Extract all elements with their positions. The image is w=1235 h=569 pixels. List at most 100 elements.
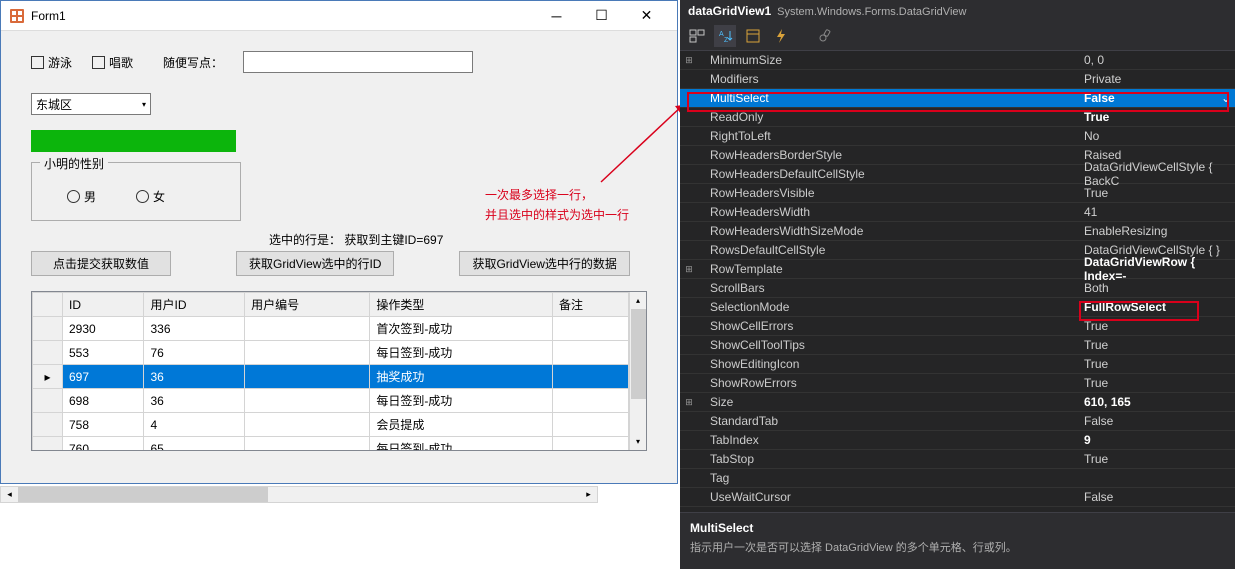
property-row[interactable]: ShowCellErrorsTrue bbox=[680, 317, 1235, 336]
property-row[interactable]: RowHeadersWidth41 bbox=[680, 203, 1235, 222]
alphabetical-icon[interactable]: AZ bbox=[714, 25, 736, 47]
property-value[interactable]: True bbox=[1078, 186, 1235, 200]
property-value[interactable]: True bbox=[1078, 338, 1235, 352]
row-header[interactable] bbox=[33, 317, 63, 341]
scroll-up-icon[interactable]: ▴ bbox=[630, 292, 646, 309]
property-row[interactable]: MultiSelectFalse⌄ bbox=[680, 89, 1235, 108]
table-row[interactable]: ▸69736抽奖成功 bbox=[33, 365, 629, 389]
properties-icon[interactable] bbox=[742, 25, 764, 47]
data-grid-view[interactable]: ID用户ID用户编号操作类型备注2930336首次签到-成功55376每日签到-… bbox=[31, 291, 647, 451]
submit-get-values-button[interactable]: 点击提交获取数值 bbox=[31, 251, 171, 276]
property-row[interactable]: Tag bbox=[680, 469, 1235, 488]
district-combo[interactable]: 东城区 ▾ bbox=[31, 93, 151, 115]
property-name: ShowRowErrors bbox=[698, 376, 1078, 390]
property-value[interactable]: False bbox=[1078, 490, 1235, 504]
property-value[interactable]: 9 bbox=[1078, 433, 1235, 447]
property-value[interactable]: Private bbox=[1078, 72, 1235, 86]
form-title: Form1 bbox=[31, 9, 534, 23]
property-value[interactable]: Both bbox=[1078, 281, 1235, 295]
table-row[interactable]: 76065每日签到-成功 bbox=[33, 437, 629, 451]
property-row[interactable]: UseWaitCursorFalse bbox=[680, 488, 1235, 507]
property-row[interactable]: ⊞RowTemplateDataGridViewRow { Index=- bbox=[680, 260, 1235, 279]
property-row[interactable]: RightToLeftNo bbox=[680, 127, 1235, 146]
events-icon[interactable] bbox=[770, 25, 792, 47]
property-row[interactable]: RowHeadersWidthSizeModeEnableResizing bbox=[680, 222, 1235, 241]
scroll-right-icon[interactable]: ▸ bbox=[580, 487, 597, 502]
property-value[interactable]: True bbox=[1078, 319, 1235, 333]
get-selected-rowid-button[interactable]: 获取GridView选中的行ID bbox=[236, 251, 394, 276]
minimize-button[interactable]: ─ bbox=[534, 2, 579, 30]
dropdown-icon[interactable]: ⌄ bbox=[1217, 91, 1235, 105]
column-header[interactable]: 用户ID bbox=[144, 293, 245, 317]
expand-icon[interactable]: ⊞ bbox=[680, 397, 698, 408]
column-header[interactable]: 用户编号 bbox=[245, 293, 370, 317]
property-value[interactable]: DataGridViewCellStyle { BackC bbox=[1078, 160, 1235, 188]
property-row[interactable]: ModifiersPrivate bbox=[680, 70, 1235, 89]
property-row[interactable]: ScrollBarsBoth bbox=[680, 279, 1235, 298]
table-row[interactable]: 7584会员提成 bbox=[33, 413, 629, 437]
table-row[interactable]: 69836每日签到-成功 bbox=[33, 389, 629, 413]
column-header[interactable]: 操作类型 bbox=[370, 293, 553, 317]
scrollbar-thumb[interactable] bbox=[18, 487, 268, 502]
scroll-left-icon[interactable]: ◂ bbox=[1, 487, 18, 502]
radio-female[interactable]: 女 bbox=[136, 188, 165, 205]
property-row[interactable]: TabStopTrue bbox=[680, 450, 1235, 469]
property-value[interactable]: False bbox=[1078, 91, 1217, 105]
table-row[interactable]: 2930336首次签到-成功 bbox=[33, 317, 629, 341]
form-titlebar[interactable]: Form1 ─ ☐ ✕ bbox=[1, 1, 677, 31]
categorized-icon[interactable] bbox=[686, 25, 708, 47]
property-value[interactable]: True bbox=[1078, 357, 1235, 371]
horizontal-scrollbar[interactable]: ◂ ▸ bbox=[0, 486, 598, 503]
grid-vertical-scrollbar[interactable]: ▴ ▾ bbox=[629, 292, 646, 450]
form-icon bbox=[9, 8, 25, 24]
property-row[interactable]: ReadOnlyTrue bbox=[680, 108, 1235, 127]
annotation-line1: 一次最多选择一行， bbox=[485, 186, 593, 203]
property-value[interactable]: 0, 0 bbox=[1078, 53, 1235, 67]
property-value[interactable]: True bbox=[1078, 452, 1235, 466]
column-header[interactable]: ID bbox=[63, 293, 144, 317]
property-row[interactable]: SelectionModeFullRowSelect bbox=[680, 298, 1235, 317]
expand-icon[interactable]: ⊞ bbox=[680, 264, 698, 275]
property-value[interactable]: EnableResizing bbox=[1078, 224, 1235, 238]
close-button[interactable]: ✕ bbox=[624, 2, 669, 30]
property-row[interactable]: ⊞MinimumSize0, 0 bbox=[680, 51, 1235, 70]
property-row[interactable]: ShowEditingIconTrue bbox=[680, 355, 1235, 374]
checkbox-sing[interactable]: 唱歌 bbox=[92, 54, 133, 71]
annotation-arrow bbox=[598, 105, 686, 188]
property-row[interactable]: TabIndex9 bbox=[680, 431, 1235, 450]
property-value[interactable]: 610, 165 bbox=[1078, 395, 1235, 409]
checkbox-swim[interactable]: 游泳 bbox=[31, 54, 72, 71]
scrollbar-thumb[interactable] bbox=[631, 309, 646, 399]
property-value[interactable]: 41 bbox=[1078, 205, 1235, 219]
get-selected-rowdata-button[interactable]: 获取GridView选中行的数据 bbox=[459, 251, 629, 276]
property-value[interactable]: DataGridViewRow { Index=- bbox=[1078, 255, 1235, 283]
freewrite-input[interactable] bbox=[243, 51, 473, 73]
scroll-down-icon[interactable]: ▾ bbox=[630, 433, 646, 450]
property-name: ShowCellErrors bbox=[698, 319, 1078, 333]
row-header-corner[interactable] bbox=[33, 293, 63, 317]
property-value[interactable]: False bbox=[1078, 414, 1235, 428]
row-header[interactable]: ▸ bbox=[33, 365, 63, 389]
table-row[interactable]: 55376每日签到-成功 bbox=[33, 341, 629, 365]
property-row[interactable]: StandardTabFalse bbox=[680, 412, 1235, 431]
property-row[interactable]: ShowRowErrorsTrue bbox=[680, 374, 1235, 393]
row-header[interactable] bbox=[33, 341, 63, 365]
property-value[interactable]: No bbox=[1078, 129, 1235, 143]
property-row[interactable]: RowHeadersDefaultCellStyleDataGridViewCe… bbox=[680, 165, 1235, 184]
property-value[interactable]: FullRowSelect bbox=[1078, 300, 1235, 314]
property-row[interactable]: RowHeadersVisibleTrue bbox=[680, 184, 1235, 203]
expand-icon[interactable]: ⊞ bbox=[680, 55, 698, 66]
column-header[interactable]: 备注 bbox=[552, 293, 628, 317]
property-value[interactable]: True bbox=[1078, 376, 1235, 390]
row-header[interactable] bbox=[33, 389, 63, 413]
property-grid[interactable]: ⊞MinimumSize0, 0ModifiersPrivateMultiSel… bbox=[680, 51, 1235, 507]
properties-panel: dataGridView1 System.Windows.Forms.DataG… bbox=[680, 0, 1235, 569]
property-pages-icon[interactable] bbox=[814, 25, 836, 47]
row-header[interactable] bbox=[33, 413, 63, 437]
property-value[interactable]: True bbox=[1078, 110, 1235, 124]
property-row[interactable]: ShowCellToolTipsTrue bbox=[680, 336, 1235, 355]
property-row[interactable]: ⊞Size610, 165 bbox=[680, 393, 1235, 412]
row-header[interactable] bbox=[33, 437, 63, 451]
maximize-button[interactable]: ☐ bbox=[579, 2, 624, 30]
radio-male[interactable]: 男 bbox=[67, 188, 96, 205]
